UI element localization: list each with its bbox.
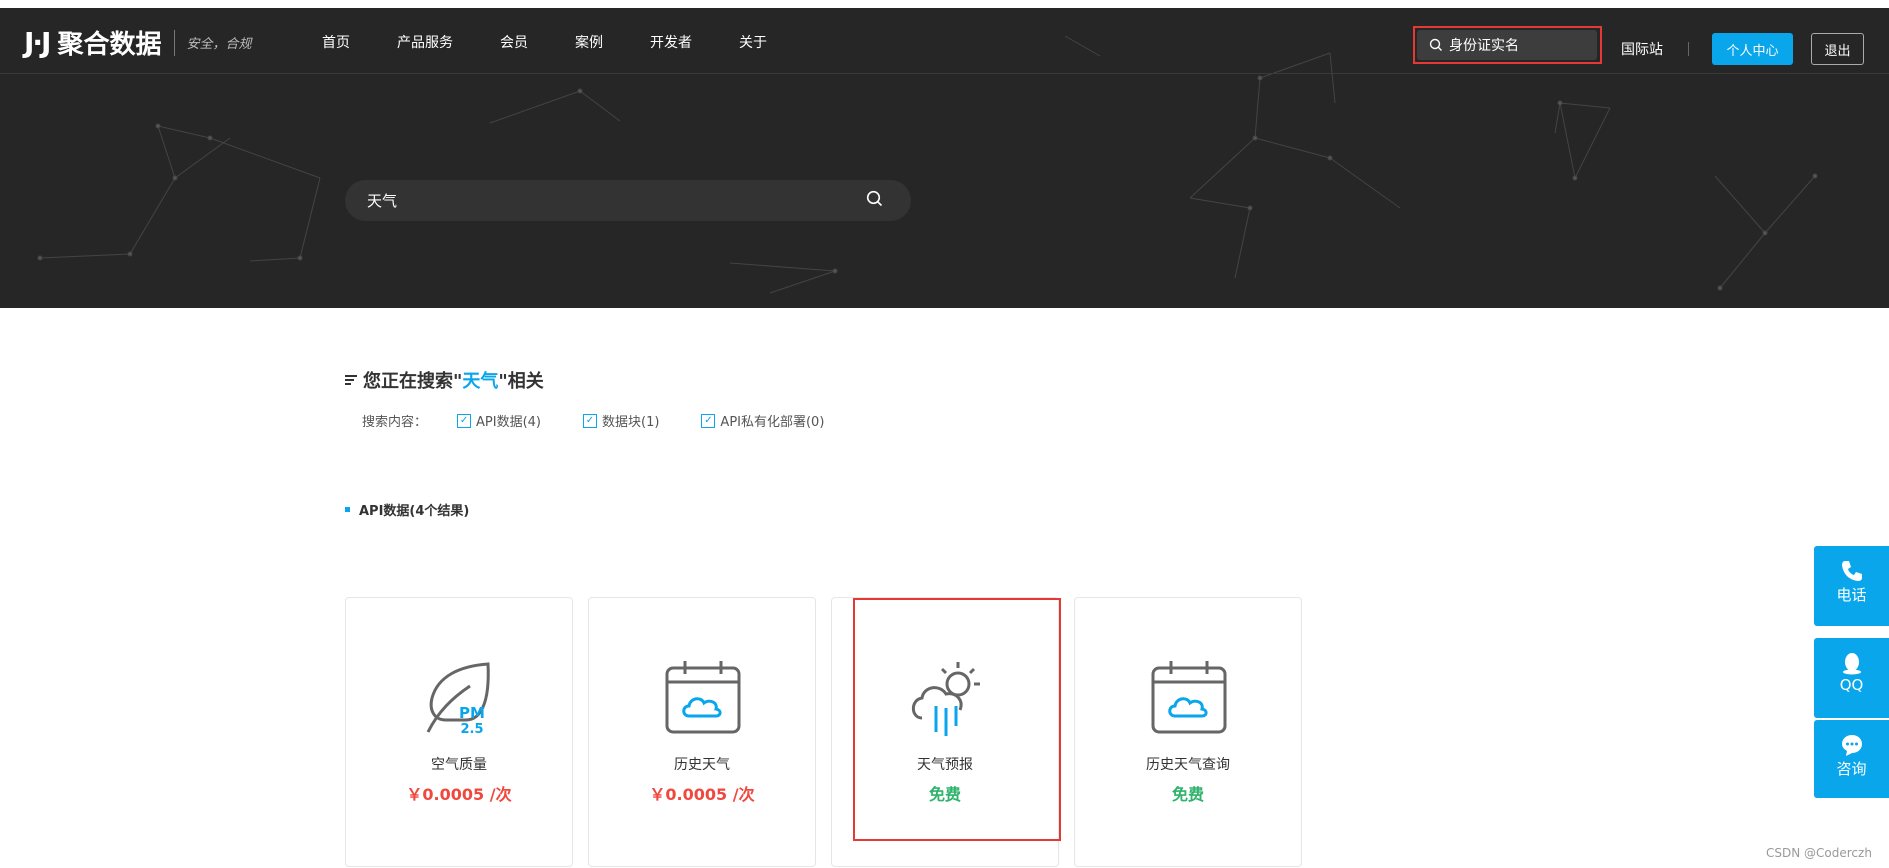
- logo-divider: [173, 29, 175, 56]
- filter-label: 搜索内容：: [362, 415, 428, 430]
- checkbox-checked-icon: ✓: [457, 413, 472, 428]
- card-price: ￥0.0005 /次: [406, 785, 512, 804]
- nav-item-cases[interactable]: 案例: [575, 32, 603, 52]
- side-qq-button[interactable]: QQ: [1814, 638, 1889, 718]
- weather-forecast-icon: [911, 662, 980, 736]
- api-card-air-quality[interactable]: PM 2.5 空气质量 ￥0.0005 /次: [345, 597, 573, 867]
- section-title: API数据(4个结果): [345, 500, 469, 519]
- heading-prefix: 您正在搜索": [363, 371, 463, 392]
- list-icon: [345, 374, 357, 386]
- nav-divider: [1688, 42, 1689, 56]
- card-price: 免费: [928, 785, 961, 804]
- side-consult-label: 咨询: [1836, 760, 1867, 778]
- logo-mark: J·J: [24, 26, 52, 59]
- filter-text: API数据(4): [476, 415, 541, 430]
- card-price: ￥0.0005 /次: [649, 785, 755, 804]
- logo-text: 聚合数据: [57, 30, 162, 60]
- top-strip: [0, 0, 1889, 8]
- chat-bubble-icon: [1814, 720, 1889, 758]
- filter-data-block[interactable]: ✓ 数据块(1): [583, 411, 659, 430]
- qq-icon: [1814, 638, 1889, 676]
- search-filters: 搜索内容： ✓ API数据(4) ✓ 数据块(1) ✓ API私有化部署(0): [362, 411, 866, 430]
- card-name: 空气质量: [431, 757, 487, 773]
- search-icon[interactable]: [866, 190, 883, 211]
- phone-icon: [1814, 546, 1889, 584]
- results-heading: 您正在搜索" 天气 "相关: [345, 367, 544, 393]
- main-search-input[interactable]: [365, 190, 849, 211]
- api-card-weather-forecast[interactable]: 天气预报 免费: [831, 597, 1059, 867]
- site-logo[interactable]: J·J 聚合数据 安全，合规: [24, 24, 252, 61]
- top-search-value: 身份证实名: [1449, 38, 1519, 54]
- pm-label: PM: [459, 704, 485, 722]
- card-price: 免费: [1171, 785, 1204, 804]
- top-navbar: J·J 聚合数据 安全，合规 首页 产品服务 会员 案例 开发者 关于 身份证实…: [0, 8, 1889, 74]
- side-consult-button[interactable]: 咨询: [1814, 720, 1889, 798]
- international-site-link[interactable]: 国际站: [1621, 39, 1663, 59]
- card-name: 历史天气: [674, 757, 730, 773]
- checkbox-checked-icon: ✓: [701, 413, 716, 428]
- api-card-history-weather-query[interactable]: 历史天气查询 免费: [1074, 597, 1302, 867]
- card-name: 历史天气查询: [1146, 757, 1230, 773]
- top-search-input[interactable]: 身份证实名: [1417, 30, 1597, 60]
- side-phone-label: 电话: [1836, 586, 1867, 604]
- main-search-bar: [345, 180, 911, 221]
- checkbox-checked-icon: ✓: [583, 413, 597, 428]
- logout-button[interactable]: 退出: [1811, 33, 1864, 65]
- section-title-text: API数据(4个结果): [359, 504, 470, 519]
- calendar-cloud-icon: [1151, 661, 1227, 734]
- personal-center-button[interactable]: 个人中心: [1712, 33, 1793, 65]
- nav-item-products[interactable]: 产品服务: [397, 32, 453, 52]
- logo-slogan: 安全，合规: [186, 37, 252, 52]
- search-icon: [1429, 38, 1443, 52]
- filter-private-deployment[interactable]: ✓ API私有化部署(0): [701, 411, 824, 430]
- nav-item-home[interactable]: 首页: [322, 32, 350, 52]
- filter-text: 数据块(1): [602, 415, 660, 430]
- heading-keyword: 天气: [462, 371, 499, 392]
- filter-api-data[interactable]: ✓ API数据(4): [457, 411, 541, 430]
- card-name: 天气预报: [917, 757, 973, 773]
- section-bullet: [345, 507, 350, 512]
- api-card-history-weather[interactable]: 历史天气 ￥0.0005 /次: [588, 597, 816, 867]
- pm-value-label: 2.5: [460, 722, 483, 737]
- nav-item-developers[interactable]: 开发者: [650, 32, 692, 52]
- side-phone-button[interactable]: 电话: [1814, 546, 1889, 626]
- nav-item-about[interactable]: 关于: [739, 32, 767, 52]
- heading-suffix: "相关: [498, 371, 544, 392]
- calendar-cloud-icon: [665, 661, 741, 734]
- nav-item-membership[interactable]: 会员: [500, 32, 528, 52]
- hero-banner: J·J 聚合数据 安全，合规 首页 产品服务 会员 案例 开发者 关于 身份证实…: [0, 8, 1889, 308]
- pm25-leaf-icon: PM 2.5: [426, 662, 490, 737]
- side-qq-label: QQ: [1839, 676, 1864, 694]
- filter-text: API私有化部署(0): [720, 415, 825, 430]
- watermark-text: CSDN @Coderczh: [1766, 846, 1872, 860]
- main-nav: 首页 产品服务 会员 案例 开发者 关于: [322, 32, 814, 52]
